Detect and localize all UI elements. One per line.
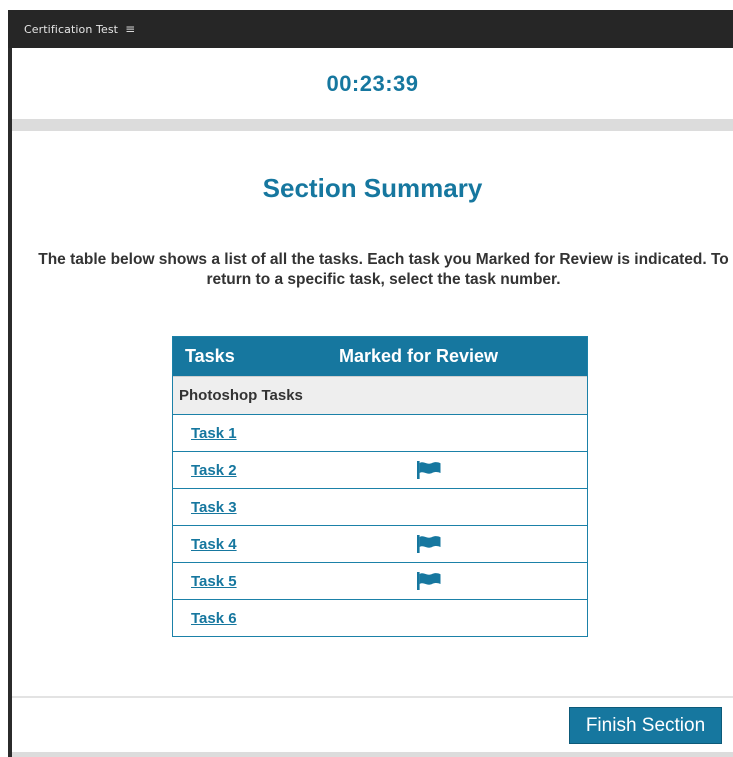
task-rows: Task 1 Task 2 Task 3 Task 4 Task 5 Task 6 [173,415,587,636]
countdown-timer: 00:23:39 [326,70,419,96]
table-row: Task 1 [173,415,587,452]
exam-content: 00:23:39 Section Summary The table below… [12,48,733,757]
flag-icon [416,571,442,591]
task-link[interactable]: Task 6 [191,610,237,627]
instructions-text: The table below shows a list of all the … [38,251,729,288]
table-row: Task 4 [173,526,587,563]
column-header-marked-for-review: Marked for Review [339,346,499,366]
footer-band [12,752,733,757]
task-link[interactable]: Task 4 [191,536,237,553]
tasks-table: Tasks Marked for Review Photoshop Tasks … [172,336,588,637]
table-row: Task 6 [173,600,587,636]
task-link[interactable]: Task 2 [191,462,237,479]
app-window: Certification Test ≡ 00:23:39 Section Su… [8,10,733,757]
task-group-label: Photoshop Tasks [179,387,303,404]
task-link[interactable]: Task 5 [191,573,237,590]
table-row: Task 2 [173,452,587,489]
flag-icon [416,460,442,480]
page-title: Section Summary [262,173,483,203]
window-title: Certification Test [24,22,119,36]
hamburger-menu-icon[interactable]: ≡ [125,22,135,36]
table-row: Task 5 [173,563,587,600]
table-header: Tasks Marked for Review [173,337,587,376]
footer-divider [12,696,733,698]
flag-icon [416,534,442,554]
timer-divider [12,119,733,131]
table-row: Task 3 [173,489,587,526]
title-bar: Certification Test ≡ [8,10,733,48]
task-group-row: Photoshop Tasks [173,376,587,415]
task-link[interactable]: Task 3 [191,499,237,516]
finish-section-button[interactable]: Finish Section [569,707,722,744]
task-link[interactable]: Task 1 [191,425,237,442]
column-header-tasks: Tasks [185,346,235,366]
